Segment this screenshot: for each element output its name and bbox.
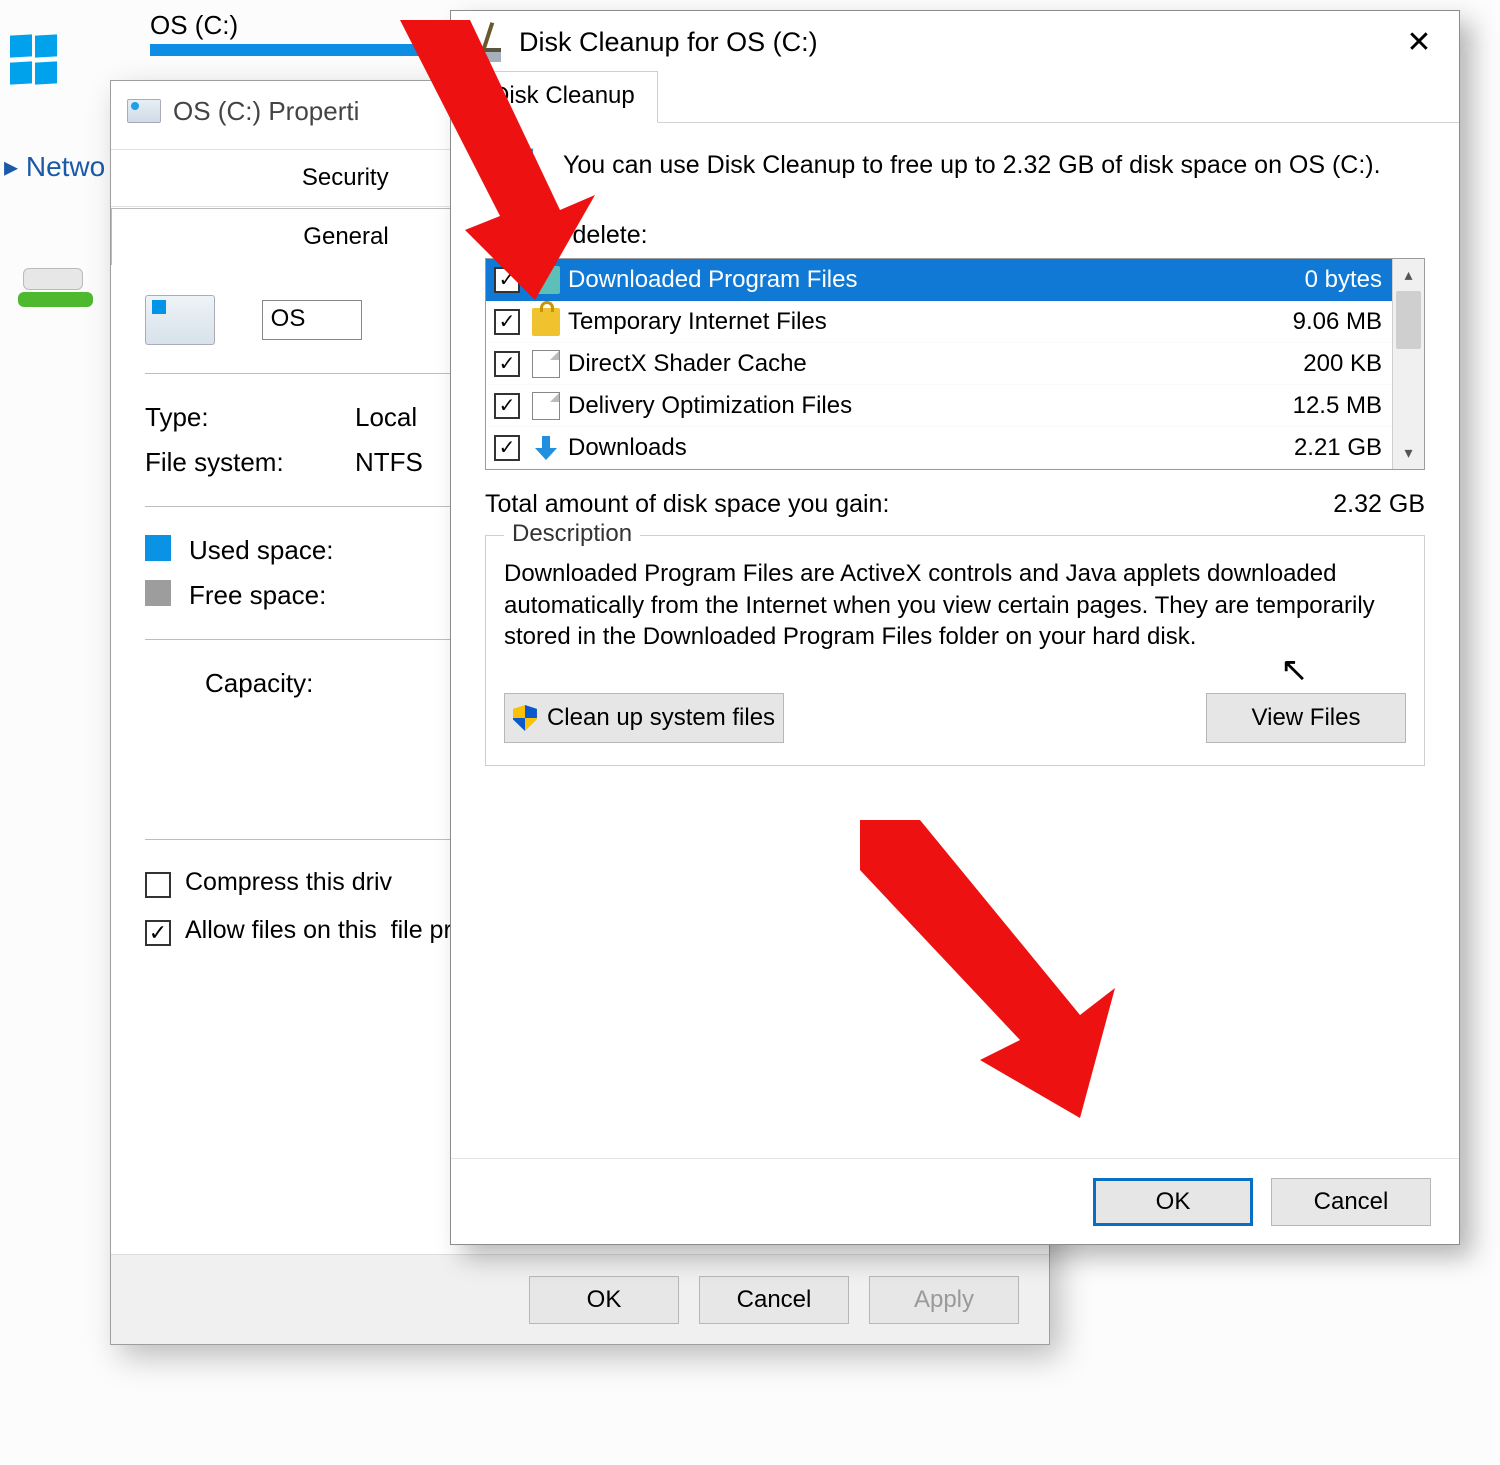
scroll-up-button[interactable]: ▴ (1393, 259, 1424, 291)
file-size: 9.06 MB (1293, 308, 1382, 336)
free-space-label: Free space: (189, 580, 326, 611)
cleanup-info-icon (490, 149, 536, 195)
network-link-label: Netwo (26, 151, 105, 182)
drive-large-icon (145, 295, 215, 345)
file-name: Downloads (568, 434, 1284, 462)
filesystem-value: NTFS (355, 447, 423, 478)
file-row[interactable]: Downloads 2.21 GB (486, 427, 1392, 469)
lock-icon (532, 308, 560, 336)
view-files-button[interactable]: View Files (1206, 693, 1406, 743)
files-list: Downloaded Program Files 0 bytes Temporary… (485, 258, 1425, 470)
drive-usage-bar (150, 44, 440, 56)
filesystem-label: File system: (145, 447, 355, 478)
tab-disk-cleanup[interactable]: Disk Cleanup (469, 71, 658, 123)
cleanup-cancel-button[interactable]: Cancel (1271, 1178, 1431, 1226)
file-checkbox[interactable] (494, 351, 520, 377)
file-checkbox[interactable] (494, 393, 520, 419)
file-row[interactable]: DirectX Shader Cache 200 KB (486, 343, 1392, 385)
properties-cancel-button[interactable]: Cancel (699, 1276, 849, 1324)
file-name: DirectX Shader Cache (568, 350, 1293, 378)
free-space-swatch (145, 580, 171, 606)
file-size: 0 bytes (1305, 266, 1382, 294)
doc-icon (532, 392, 560, 420)
file-checkbox[interactable] (494, 309, 520, 335)
file-checkbox[interactable] (494, 267, 520, 293)
file-size: 200 KB (1303, 350, 1382, 378)
clean-system-files-button[interactable]: Clean up system files (504, 693, 784, 743)
files-to-delete-label: Files to delete: (485, 221, 1425, 250)
properties-title: OS (C:) Properti (173, 96, 359, 127)
file-size: 2.21 GB (1294, 434, 1382, 462)
file-row[interactable]: Downloaded Program Files 0 bytes (486, 259, 1392, 301)
folder-icon (532, 266, 560, 294)
network-drive-icon (18, 260, 93, 315)
used-space-swatch (145, 535, 171, 561)
properties-apply-button: Apply (869, 1276, 1019, 1324)
drive-icon (127, 99, 161, 123)
windows-logo-icon (10, 35, 60, 85)
clean-system-files-label: Clean up system files (547, 704, 775, 732)
down-icon (532, 434, 560, 462)
file-row[interactable]: Delivery Optimization Files 12.5 MB (486, 385, 1392, 427)
file-name: Downloaded Program Files (568, 266, 1295, 294)
total-gain-value: 2.32 GB (1333, 490, 1425, 519)
mouse-cursor-icon: ↖ (1280, 650, 1309, 690)
doc-icon (532, 350, 560, 378)
used-space-label: Used space: (189, 535, 334, 566)
type-label: Type: (145, 402, 355, 433)
disk-cleanup-dialog: Disk Cleanup for OS (C:) ✕ Disk Cleanup … (450, 10, 1460, 1245)
scroll-thumb[interactable] (1396, 291, 1421, 349)
cleanup-info-text: You can use Disk Cleanup to free up to 2… (563, 149, 1381, 195)
uac-shield-icon (513, 705, 537, 731)
description-header: Description (504, 520, 640, 548)
allow-index-checkbox[interactable] (145, 920, 171, 946)
file-name: Temporary Internet Files (568, 308, 1283, 336)
disk-cleanup-title: Disk Cleanup for OS (C:) (519, 27, 818, 58)
explorer-network-link[interactable]: ▸ Netwo (4, 150, 105, 183)
file-name: Delivery Optimization Files (568, 392, 1283, 420)
files-scrollbar[interactable]: ▴ ▾ (1392, 259, 1424, 469)
properties-ok-button[interactable]: OK (529, 1276, 679, 1324)
explorer-drive-label[interactable]: OS (C:) (150, 10, 238, 41)
close-button[interactable]: ✕ (1397, 20, 1441, 64)
disk-cleanup-icon (469, 24, 505, 60)
compress-label: Compress this driv (185, 868, 392, 897)
cleanup-ok-button[interactable]: OK (1093, 1178, 1253, 1226)
compress-checkbox[interactable] (145, 872, 171, 898)
type-value: Local (355, 402, 417, 433)
file-row[interactable]: Temporary Internet Files 9.06 MB (486, 301, 1392, 343)
drive-name-input[interactable]: OS (262, 300, 362, 340)
description-text: Downloaded Program Files are ActiveX con… (504, 558, 1406, 653)
total-gain-label: Total amount of disk space you gain: (485, 490, 889, 519)
file-size: 12.5 MB (1293, 392, 1382, 420)
capacity-label: Capacity: (205, 668, 313, 699)
scroll-down-button[interactable]: ▾ (1393, 437, 1424, 469)
file-checkbox[interactable] (494, 435, 520, 461)
